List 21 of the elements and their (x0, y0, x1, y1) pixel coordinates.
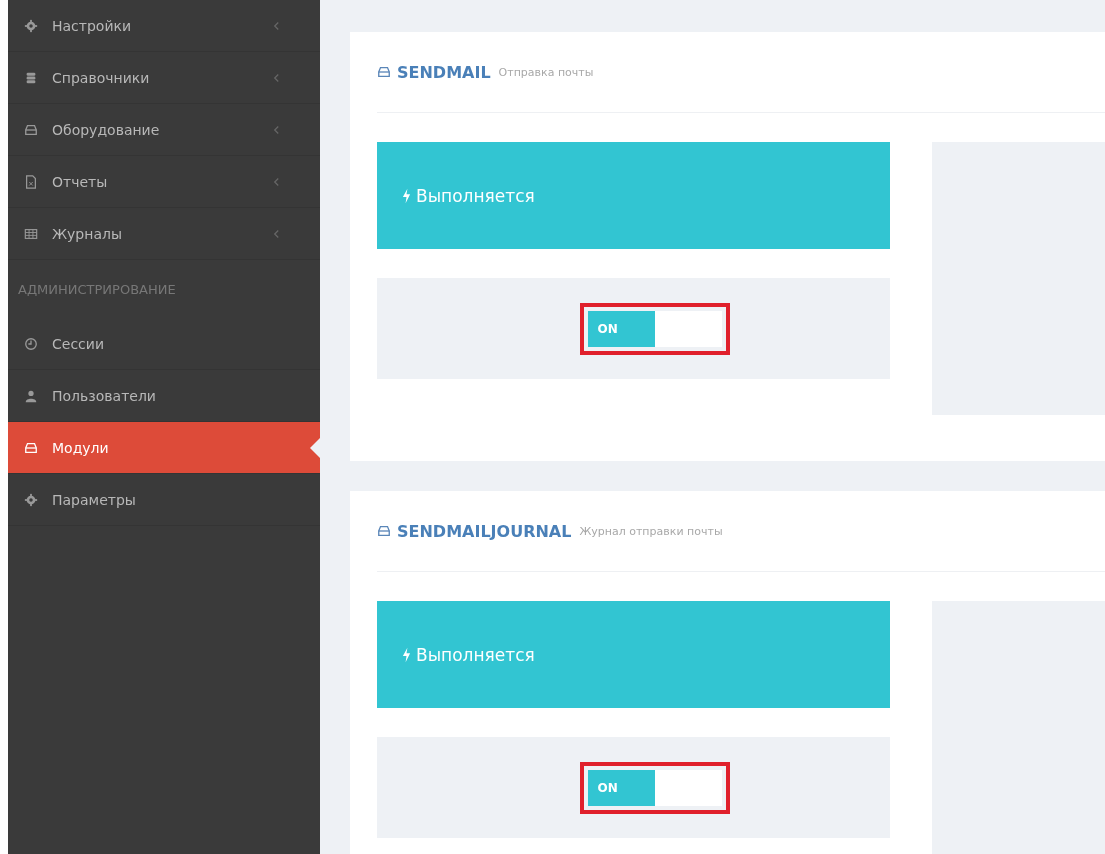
drive-icon (377, 65, 391, 79)
lightning-icon (402, 187, 411, 204)
file-icon (24, 174, 38, 189)
drive-icon (24, 440, 38, 455)
clock-icon (24, 336, 38, 351)
status-text: Выполняется (416, 185, 535, 206)
module-name: SENDMAIL (397, 62, 491, 82)
module-name: SENDMAILJOURNAL (397, 521, 572, 541)
status-text: Выполняется (416, 644, 535, 665)
module-description: Журнал отправки почты (579, 524, 723, 538)
lightning-icon (402, 646, 411, 663)
sidebar-item[interactable]: Модули (8, 422, 320, 474)
gear-icon (24, 492, 38, 507)
user-icon (24, 388, 38, 403)
drive-icon (377, 524, 391, 538)
gear-icon (24, 18, 38, 33)
drive-icon (24, 122, 38, 137)
database-icon (24, 70, 38, 85)
sidebar-section-header: АДМИНИСТРИРОВАНИЕ (17, 280, 177, 299)
table-icon (24, 226, 38, 241)
module-description: Отправка почты (498, 65, 594, 79)
